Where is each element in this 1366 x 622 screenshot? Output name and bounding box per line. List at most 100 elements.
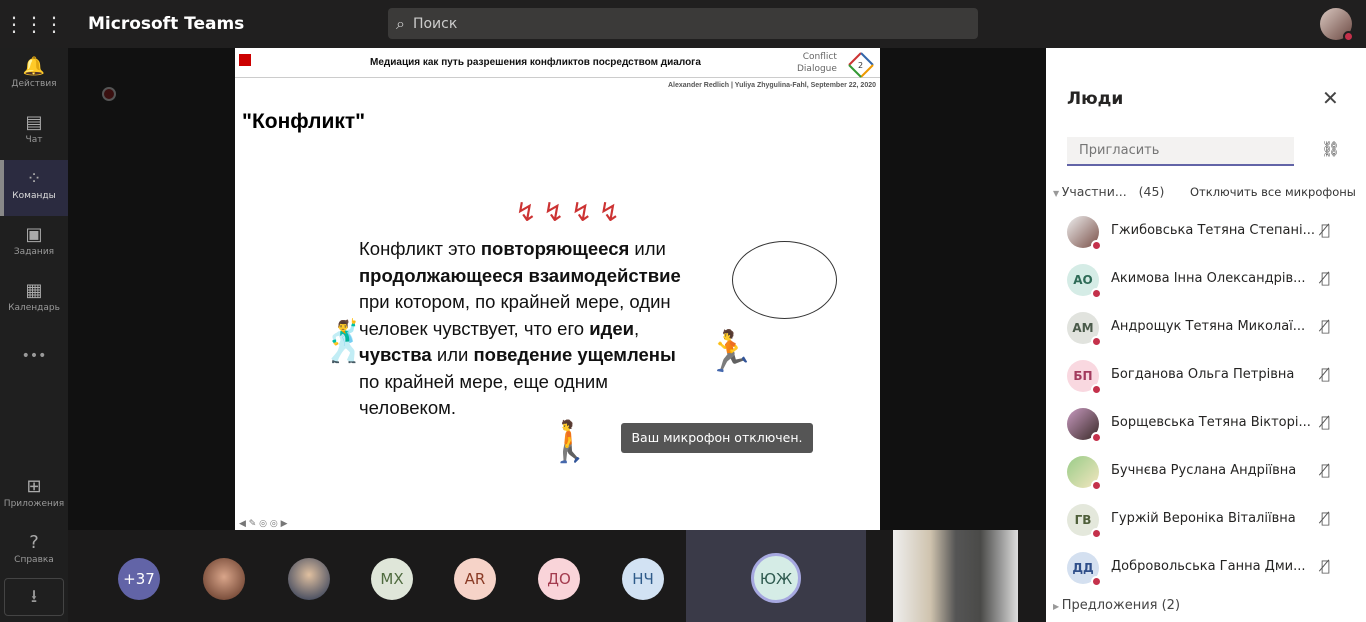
figure-icon: 🕺: [320, 319, 370, 365]
close-icon[interactable]: ✕: [1322, 86, 1339, 110]
presence-busy-icon: [1091, 432, 1102, 443]
rail-item-label: Задания: [13, 247, 55, 257]
download-app-icon[interactable]: ⭳: [4, 578, 64, 616]
participant-avatar[interactable]: [288, 558, 330, 600]
slide-nav-icon[interactable]: ◀ ✎ ◎ ◎ ▶: [239, 519, 288, 529]
slide-text-run: продолжающееся взаимодействие: [359, 264, 681, 286]
participant-list-item[interactable]: Борщевська Тетяна Вікторі... 🎙̸: [1046, 400, 1366, 448]
invite-input[interactable]: [1067, 137, 1294, 166]
bell-icon: 🔔: [22, 56, 46, 77]
mic-off-icon[interactable]: 🎙̸: [1321, 461, 1330, 479]
participants-section-toggle[interactable]: ▼ Участни... (45): [1053, 184, 1164, 199]
participant-list-item[interactable]: ДД Добровольська Ганна Дми... 🎙̸: [1046, 544, 1366, 592]
conflict-dialogue-brand: Conflict Dialogue: [797, 51, 837, 75]
mic-off-icon[interactable]: 🎙̸: [1321, 317, 1330, 335]
people-panel: Люди ✕ ⛓ ▼ Участни... (45) Отключить все…: [1046, 48, 1366, 622]
slide-text-run: Конфликт это: [359, 238, 481, 259]
share-link-icon[interactable]: ⛓: [1321, 140, 1340, 158]
avatar-initials: ДД: [1072, 561, 1094, 575]
participant-avatar[interactable]: AR: [454, 558, 496, 600]
avatar: ГВ: [1067, 504, 1102, 539]
presence-busy-icon: [1343, 31, 1354, 42]
presence-busy-icon: [1091, 384, 1102, 395]
slide-title: Медиация как путь разрешения конфликтов …: [370, 57, 701, 68]
suggestions-label: Предложения: [1061, 598, 1158, 613]
suggestions-count: (2): [1161, 598, 1181, 613]
slide-text-line: при котором, по крайней мере, один: [359, 289, 681, 316]
participant-avatar[interactable]: МХ: [371, 558, 413, 600]
thought-bubble: [732, 241, 837, 319]
participant-list-item[interactable]: ГВ Гуржій Вероніка Віталіївна 🎙̸: [1046, 496, 1366, 544]
suggestions-section-toggle[interactable]: ▶ Предложения (2): [1053, 598, 1180, 613]
rail-item-bell[interactable]: 🔔 Действия: [0, 48, 68, 104]
participant-name: Добровольська Ганна Дми...: [1111, 559, 1306, 574]
rail-item-help[interactable]: ? Справка: [0, 524, 68, 580]
brand-line1: Conflict: [802, 52, 837, 62]
slide-header: Медиация как путь разрешения конфликтов …: [235, 48, 880, 78]
slide-text-run: при котором, по крайней мере, один: [359, 291, 671, 312]
participant-list-item[interactable]: АО Акимова Інна Олександрів... 🎙̸: [1046, 256, 1366, 304]
slide-text-run: идеи: [589, 317, 634, 339]
search-input[interactable]: ⌕ Поиск: [388, 8, 978, 39]
more-icon: [0, 336, 68, 346]
avatar[interactable]: [1320, 8, 1354, 42]
rail-item-label: Календарь: [8, 303, 60, 313]
app-launcher-icon[interactable]: ⋮⋮⋮: [0, 12, 68, 36]
participant-list-item[interactable]: БП Богданова Ольга Петрівна 🎙̸: [1046, 352, 1366, 400]
slide-text-run: человек чувствует, что его: [359, 317, 590, 339]
presence-busy-icon: [1091, 288, 1102, 299]
participant-avatar[interactable]: [203, 558, 245, 600]
participant-avatar[interactable]: ДО: [538, 558, 580, 600]
participant-avatar[interactable]: НЧ: [622, 558, 664, 600]
rail-item-teams[interactable]: ⁘ Команды: [0, 160, 68, 216]
section-label: Участни...: [1061, 184, 1127, 199]
rail-item-more[interactable]: •••: [0, 328, 68, 384]
rail-item-apps[interactable]: ⊞ Приложения: [0, 468, 68, 524]
slide-text-line: по крайней мере, еще одним: [359, 369, 681, 396]
rail-item-calendar[interactable]: ▦ Календарь: [0, 272, 68, 328]
shared-slide: Медиация как путь разрешения конфликтов …: [235, 48, 880, 531]
rail-item-label: Приложения: [3, 499, 65, 509]
conflict-dialogue-logo-icon: 2: [848, 52, 874, 78]
participant-count: (45): [1138, 184, 1165, 199]
avatar-initials: ГВ: [1074, 513, 1092, 527]
participant-name: Гжибовська Тетяна Степані...: [1111, 223, 1316, 238]
mic-off-icon[interactable]: 🎙̸: [1321, 221, 1330, 239]
presence-busy-icon: [1091, 528, 1102, 539]
slide-heading: "Конфликт": [242, 110, 366, 133]
participant-list-item[interactable]: АМ Андрощук Тетяна Миколаї... 🎙̸: [1046, 304, 1366, 352]
participant-avatar[interactable]: +37: [118, 558, 160, 600]
lightning-arrows-icon: ↯↯↯↯: [515, 198, 627, 228]
app-rail: 🔔 Действия ▤ Чат ⁘ Команды ▣ Задания ▦ Календарь •…: [0, 48, 68, 622]
participant-avatar[interactable]: ЮЖ: [751, 553, 801, 603]
slide-text-run: поведение ущемлены: [473, 344, 676, 365]
slide-text-run: или: [629, 238, 666, 259]
brand-number: 2: [858, 61, 863, 70]
caret-right-icon: ▶: [1053, 602, 1062, 611]
panel-title: Люди: [1067, 89, 1124, 109]
presence-busy-icon: [1091, 240, 1102, 251]
video-tile[interactable]: [893, 530, 1018, 622]
avatar: [1067, 408, 1102, 443]
mic-off-icon[interactable]: 🎙̸: [1321, 269, 1330, 287]
rail-item-assignments[interactable]: ▣ Задания: [0, 216, 68, 272]
participant-name: Богданова Ольга Петрівна: [1111, 367, 1295, 382]
presence-busy-icon: [1091, 576, 1102, 587]
rail-item-chat[interactable]: ▤ Чат: [0, 104, 68, 160]
mute-all-button[interactable]: Отключить все микрофоны: [1190, 185, 1356, 199]
mic-off-icon[interactable]: 🎙̸: [1321, 365, 1330, 383]
mic-off-icon[interactable]: 🎙̸: [1321, 413, 1330, 431]
university-logo: [239, 54, 254, 66]
caret-down-icon: ▼: [1053, 189, 1062, 198]
participant-list-item[interactable]: Бучнєва Руслана Андріївна 🎙̸: [1046, 448, 1366, 496]
rail-item-label: •••: [21, 348, 47, 364]
slide-body: Конфликт это повторяющееся или продолжающ…: [359, 236, 681, 422]
rail-item-label: Действия: [11, 79, 57, 89]
mic-off-icon[interactable]: 🎙̸: [1321, 509, 1330, 527]
mic-off-icon[interactable]: 🎙̸: [1321, 557, 1330, 575]
avatar: АМ: [1067, 312, 1102, 347]
participant-list-item[interactable]: Гжибовська Тетяна Степані... 🎙̸: [1046, 208, 1366, 256]
assignments-icon: ▣: [25, 224, 43, 245]
muted-toast: Ваш микрофон отключен.: [621, 423, 813, 453]
rail-item-label: Команды: [12, 191, 56, 201]
